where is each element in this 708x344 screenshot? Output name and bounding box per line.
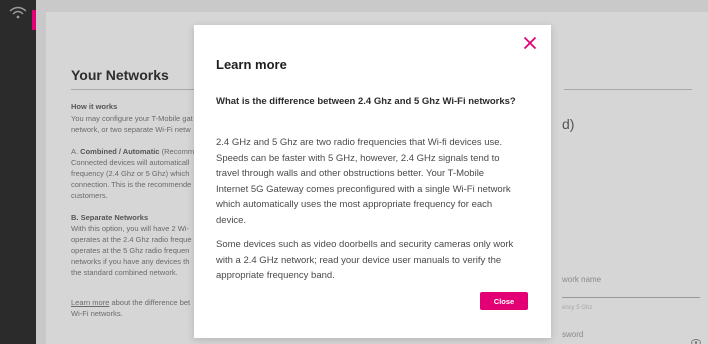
learn-more-link[interactable]: Learn more	[71, 298, 109, 307]
heading-fragment: d)	[562, 116, 575, 132]
modal-question: What is the difference between 2.4 Ghz a…	[216, 96, 516, 107]
close-button[interactable]: Close	[480, 292, 528, 310]
section-title: Your Networks	[71, 67, 169, 83]
modal-paragraph: Some devices such as video doorbells and…	[216, 239, 514, 281]
password-label: sword	[562, 330, 584, 339]
modal-title: Learn more	[216, 57, 287, 72]
divider	[71, 89, 203, 90]
option-a-rest: (Recomm	[159, 147, 195, 156]
side-rail	[0, 0, 36, 344]
modal-paragraph: 2.4 GHz and 5 Ghz are two radio frequenc…	[216, 137, 511, 226]
eye-icon[interactable]	[691, 339, 701, 344]
option-a-label: Combined / Automatic	[80, 147, 160, 156]
network-hint: ency 5 Ghz	[562, 305, 593, 311]
close-icon[interactable]	[523, 36, 537, 50]
learn-more-rest: about the difference bet	[109, 298, 191, 307]
learn-more-modal: Learn more What is the difference betwee…	[194, 25, 551, 338]
network-name-input[interactable]	[562, 297, 700, 298]
divider	[564, 89, 692, 90]
option-a-prefix: A.	[71, 147, 81, 156]
network-name-label: work name	[562, 275, 602, 284]
wifi-icon[interactable]	[8, 6, 28, 20]
